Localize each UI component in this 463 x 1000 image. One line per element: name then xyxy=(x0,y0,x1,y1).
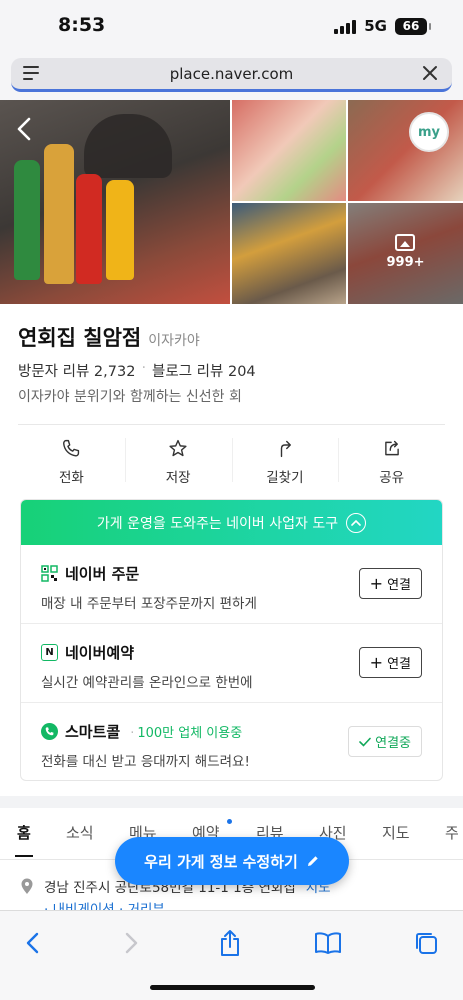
tab-news[interactable]: 소식 xyxy=(66,822,94,843)
new-badge-dot xyxy=(227,819,232,824)
chevron-right-icon xyxy=(125,932,138,954)
photo-more-thumbnail[interactable]: 999+ xyxy=(348,203,463,304)
share-toolbar-button[interactable] xyxy=(215,928,245,958)
share-label: 공유 xyxy=(379,470,405,486)
call-label: 전화 xyxy=(58,470,84,486)
directions-button[interactable]: 길찾기 xyxy=(231,436,339,486)
naver-order-title: 네이버 주문 xyxy=(65,565,140,583)
status-indicators: 5G 66 xyxy=(334,17,431,35)
pencil-icon xyxy=(307,856,318,866)
tab-home[interactable]: 홈 xyxy=(15,822,33,857)
photo-thumbnail[interactable] xyxy=(348,100,463,201)
status-bar: 8:53 5G 66 xyxy=(0,0,463,56)
photo-thumbnail[interactable] xyxy=(232,100,346,201)
share-icon xyxy=(384,440,399,456)
directions-label: 길찾기 xyxy=(266,470,304,486)
share-icon xyxy=(221,930,239,956)
tabs-button[interactable] xyxy=(411,928,441,958)
browser-address-area: place.naver.com xyxy=(0,56,463,100)
photo-content xyxy=(84,114,172,178)
url-bar[interactable]: place.naver.com xyxy=(11,58,452,92)
book-icon xyxy=(315,932,341,954)
smart-call-connected-button[interactable]: 연결중 xyxy=(348,726,422,757)
business-tools-title: 가게 운영을 도와주는 네이버 사업자 도구 xyxy=(96,515,339,532)
tab-more[interactable]: 주 xyxy=(445,822,459,843)
place-category: 이자카야 xyxy=(148,333,200,349)
photo-count: 999+ xyxy=(386,255,425,270)
edit-store-info-label: 우리 가게 정보 수정하기 xyxy=(144,852,298,871)
section-divider xyxy=(0,796,463,808)
chevron-left-icon xyxy=(26,932,39,954)
signal-icon xyxy=(334,19,357,34)
back-button[interactable] xyxy=(18,928,48,958)
business-tools-header[interactable]: 가게 운영을 도와주는 네이버 사업자 도구 xyxy=(21,500,442,545)
home-indicator xyxy=(150,985,315,990)
naver-n-icon: N xyxy=(41,644,58,661)
avatar[interactable]: my xyxy=(409,112,449,152)
business-tools-panel: 가게 운영을 도와주는 네이버 사업자 도구 네이버 주문 매장 내 주문부터 … xyxy=(20,499,443,781)
naver-booking-item: N 네이버예약 실시간 예약관리를 온라인으로 한번에 + 연결 xyxy=(21,624,442,703)
separator-dot: · xyxy=(141,360,147,376)
save-label: 저장 xyxy=(165,470,191,486)
blog-review-count[interactable]: 블로그 리뷰 204 xyxy=(152,360,256,381)
call-icon xyxy=(41,723,58,740)
location-pin-icon xyxy=(21,878,33,894)
tabs-icon xyxy=(416,933,437,954)
forward-button[interactable] xyxy=(116,928,146,958)
naver-order-connect-button[interactable]: + 연결 xyxy=(358,568,422,599)
action-bar: 전화 저장 길찾기 공유 xyxy=(18,436,445,486)
directions-icon xyxy=(280,440,291,458)
smart-call-title: 스마트콜 xyxy=(65,723,121,741)
main-photo[interactable] xyxy=(0,100,230,304)
smart-call-item: 스마트콜 · 100만 업체 이용중 전화를 대신 받고 응대까지 해드려요! 연… xyxy=(21,703,442,780)
photo-gallery: 999+ my xyxy=(0,100,463,304)
photo-thumbnail[interactable] xyxy=(232,203,346,304)
place-description: 이자카야 분위기와 함께하는 신선한 회 xyxy=(18,389,242,405)
naver-booking-title: 네이버예약 xyxy=(65,644,135,662)
place-title-row: 연회집 칠암점 이자카야 xyxy=(18,322,200,352)
gallery-icon xyxy=(395,234,415,251)
review-stats: 방문자 리뷰 2,732 · 블로그 리뷰 204 xyxy=(18,360,256,381)
save-button[interactable]: 저장 xyxy=(124,436,232,486)
phone-icon xyxy=(63,439,80,457)
call-button[interactable]: 전화 xyxy=(18,436,125,486)
divider xyxy=(18,424,445,425)
smart-call-usage: · 100만 업체 이용중 xyxy=(130,726,243,741)
close-icon[interactable] xyxy=(420,63,440,83)
visitor-review-count[interactable]: 방문자 리뷰 2,732 xyxy=(18,360,135,381)
edit-store-info-button[interactable]: 우리 가게 정보 수정하기 xyxy=(115,837,349,885)
star-icon xyxy=(169,439,187,457)
battery-icon: 66 xyxy=(395,17,431,35)
share-button[interactable]: 공유 xyxy=(338,436,445,486)
bookmarks-button[interactable] xyxy=(313,928,343,958)
status-time: 8:53 xyxy=(58,14,106,36)
naver-order-item: 네이버 주문 매장 내 주문부터 포장주문까지 편하게 + 연결 xyxy=(21,545,442,624)
url-text[interactable]: place.naver.com xyxy=(11,65,452,83)
chevron-up-icon[interactable] xyxy=(346,512,367,533)
network-label: 5G xyxy=(364,17,387,35)
back-arrow-icon[interactable] xyxy=(14,116,36,142)
tab-map[interactable]: 지도 xyxy=(382,822,410,843)
naver-booking-connect-button[interactable]: + 연결 xyxy=(358,647,422,678)
place-name: 연회집 칠암점 xyxy=(18,326,142,350)
qr-icon xyxy=(41,565,58,582)
